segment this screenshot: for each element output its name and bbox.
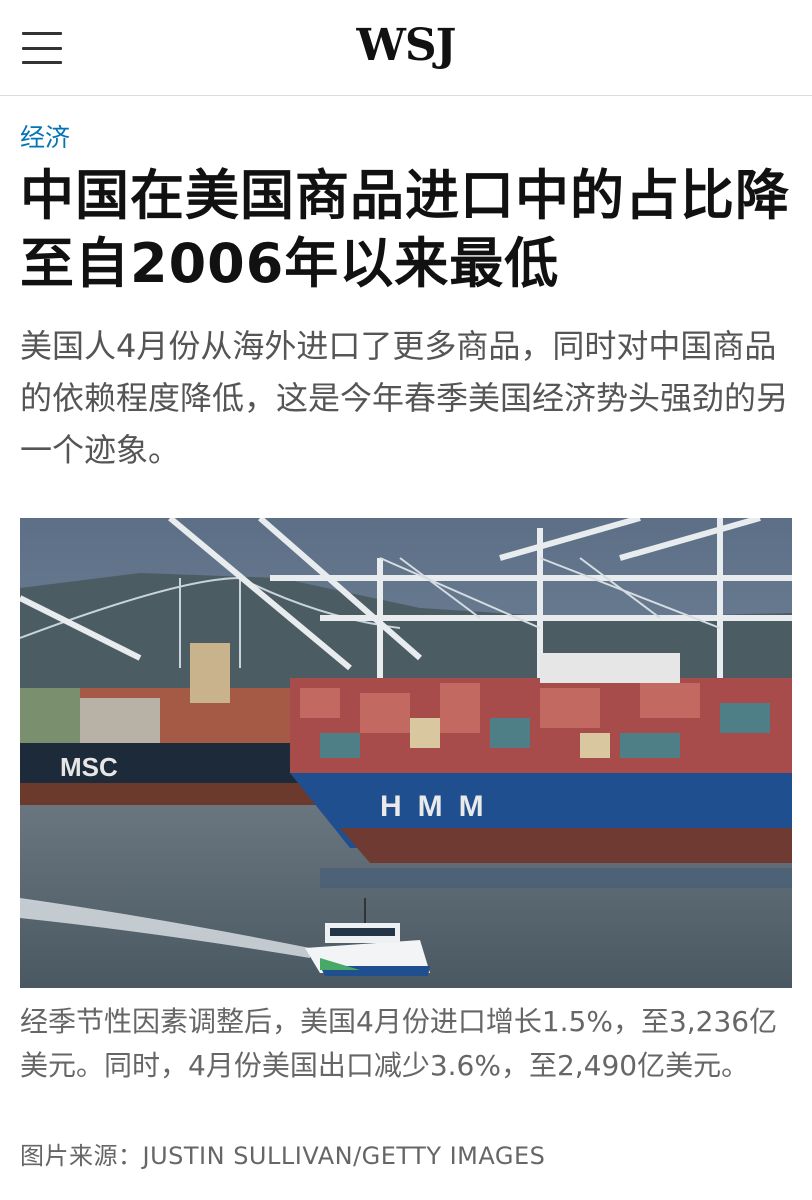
article-headline: 中国在美国商品进口中的占比降至自2006年以来最低 — [20, 164, 790, 295]
photo-caption: 经季节性因素调整后，美国4月份进口增长1.5%，至3,236亿美元。同时，4月份… — [20, 1005, 778, 1082]
wsj-logo[interactable]: WSJ — [0, 20, 812, 71]
port-cargo-ships-image: MSC HMM — [20, 518, 792, 988]
photo-credit: 图片来源：JUSTIN SULLIVAN/GETTY IMAGES — [20, 1142, 546, 1170]
ship-name-hmm: HMM — [380, 790, 500, 823]
ship-name-msc: MSC — [60, 752, 118, 782]
section-link[interactable]: 经济 — [20, 118, 70, 154]
article-dek: 美国人4月份从海外进口了更多商品，同时对中国商品的依赖程度降低，这是今年春季美国… — [20, 327, 789, 469]
article-photo[interactable]: MSC HMM — [20, 518, 792, 988]
top-bar: WSJ — [0, 0, 812, 96]
